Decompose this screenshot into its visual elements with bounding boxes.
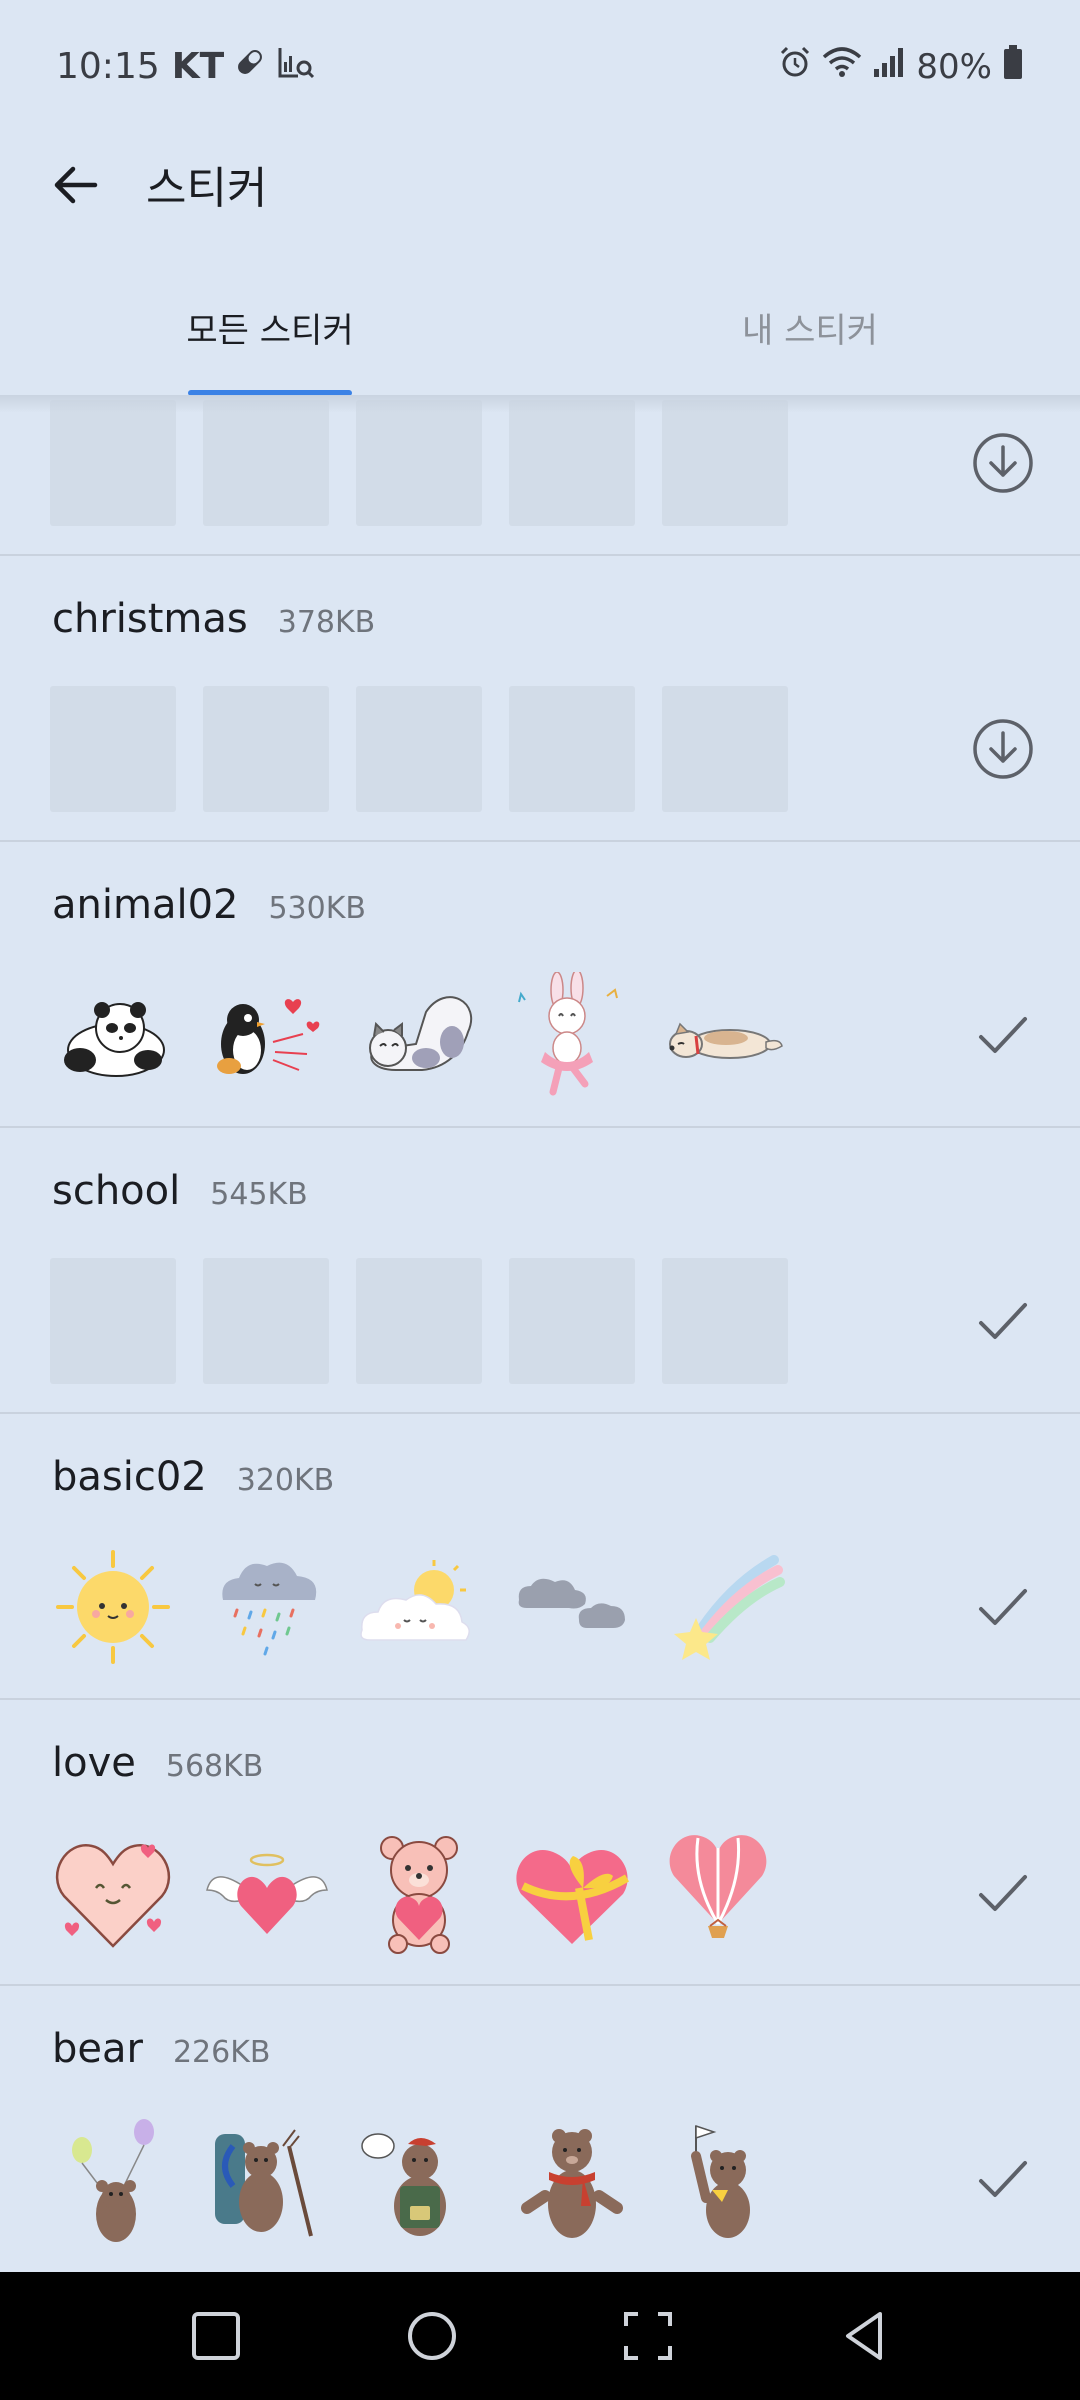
pack-size: 226KB <box>172 2035 271 2070</box>
alarm-icon <box>778 45 812 88</box>
circle-icon <box>408 2312 456 2360</box>
cat-stretch-sticker[interactable] <box>356 972 482 1098</box>
tab-label: 모든 스티커 <box>186 311 354 351</box>
pack-name: bear <box>52 2026 143 2072</box>
sticker-placeholder <box>50 1258 176 1384</box>
tab-bar-overlay: 모든 스티커 내 스티커 <box>0 265 1080 396</box>
sticker-placeholder <box>662 1258 788 1384</box>
downloaded-check <box>968 2144 1038 2214</box>
sticker-placeholder <box>356 400 482 526</box>
app-header-overlay: 스티커 <box>0 130 1080 250</box>
downloaded-check <box>968 1858 1038 1928</box>
sticker-placeholder <box>662 686 788 812</box>
sticker-placeholder <box>356 686 482 812</box>
pack-name: animal02 <box>52 882 239 928</box>
tab-all-stickers[interactable]: 모든 스티커 <box>0 265 540 395</box>
bunny-dance-sticker[interactable] <box>509 972 635 1098</box>
check-icon <box>979 1589 1027 1625</box>
pack-size: 378KB <box>277 605 376 640</box>
shooting-star-sticker[interactable] <box>662 1544 788 1670</box>
downloaded-check <box>968 1286 1038 1356</box>
sticker-placeholder <box>509 400 635 526</box>
check-icon <box>979 1875 1027 1911</box>
triangle-back-icon <box>846 2312 882 2360</box>
tab-my-stickers[interactable]: 내 스티커 <box>540 265 1080 395</box>
pack-name: school <box>52 1168 181 1214</box>
system-nav-bar <box>0 2272 1080 2400</box>
back-button[interactable] <box>824 2296 904 2376</box>
chart-search-icon <box>276 44 316 89</box>
screenshot-button[interactable] <box>608 2296 688 2376</box>
tabs-shadow <box>0 395 1080 413</box>
pack-name: basic02 <box>52 1454 207 1500</box>
sticker-pack-school: school 545KB <box>0 1128 1080 1414</box>
sticker-pack-love: love 568KB <box>0 1700 1080 1986</box>
pack-size: 545KB <box>210 1177 308 1212</box>
clock: 10:15 <box>56 46 160 87</box>
sticker-pack-bear: bear 226KB <box>0 1986 1080 2272</box>
heart-balloon-sticker[interactable] <box>662 1830 788 1956</box>
page-title: 스티커 <box>146 163 268 214</box>
sticker-placeholder <box>203 686 329 812</box>
bear-hiker-sticker[interactable] <box>203 2116 329 2242</box>
pack-size: 568KB <box>165 1749 264 1784</box>
back-button[interactable] <box>40 150 110 220</box>
sticker-pack-basic02: basic02 320KB <box>0 1414 1080 1700</box>
smiling-heart-sticker[interactable] <box>50 1830 176 1956</box>
panda-sticker[interactable] <box>50 972 176 1098</box>
rain-cloud-sticker[interactable] <box>203 1544 329 1670</box>
pack-name: christmas <box>52 596 248 642</box>
battery-percent: 80% <box>916 46 992 87</box>
bear-painter-sticker[interactable] <box>356 2116 482 2242</box>
recents-button[interactable] <box>176 2296 256 2376</box>
sticker-placeholder <box>203 400 329 526</box>
download-button[interactable] <box>968 428 1038 498</box>
home-button[interactable] <box>392 2296 472 2376</box>
dark-clouds-sticker[interactable] <box>509 1544 635 1670</box>
capture-frame-icon <box>624 2312 672 2360</box>
sticker-placeholder <box>203 1258 329 1384</box>
downloaded-check <box>968 1000 1038 1070</box>
download-icon <box>973 433 1033 493</box>
arrow-left-icon <box>54 166 98 204</box>
status-bar: 10:15 KT 80% <box>0 0 1080 130</box>
sticker-placeholder <box>50 686 176 812</box>
download-icon <box>973 719 1033 779</box>
pack-name: love <box>52 1740 136 1786</box>
sticker-placeholder <box>50 400 176 526</box>
check-icon <box>979 2161 1027 2197</box>
sticker-placeholder <box>509 1258 635 1384</box>
heart-gift-sticker[interactable] <box>509 1830 635 1956</box>
sticker-pack-animal02: animal02 530KB <box>0 842 1080 1128</box>
bear-heart-sticker[interactable] <box>356 1830 482 1956</box>
sticker-placeholder <box>356 1258 482 1384</box>
bear-scarf-sticker[interactable] <box>509 2116 635 2242</box>
square-icon <box>192 2312 240 2360</box>
carrier-label: KT <box>171 46 225 87</box>
download-button[interactable] <box>968 714 1038 784</box>
check-icon <box>979 1017 1027 1053</box>
check-icon <box>979 1303 1027 1339</box>
downloaded-check <box>968 1572 1038 1642</box>
penguin-hearts-sticker[interactable] <box>203 972 329 1098</box>
pack-size: 320KB <box>236 1463 335 1498</box>
sun-cloud-sticker[interactable] <box>356 1544 482 1670</box>
pill-icon <box>232 44 268 89</box>
bear-balloons-sticker[interactable] <box>50 2116 176 2242</box>
sticker-pack-christmas: christmas 378KB <box>0 556 1080 842</box>
battery-icon <box>1002 44 1024 89</box>
signal-icon <box>872 45 906 88</box>
wifi-icon <box>822 45 862 88</box>
pack-size: 530KB <box>268 891 366 926</box>
sticker-placeholder <box>662 400 788 526</box>
sun-sticker[interactable] <box>50 1544 176 1670</box>
bear-flag-sticker[interactable] <box>662 2116 788 2242</box>
winged-heart-sticker[interactable] <box>203 1830 329 1956</box>
dog-lying-sticker[interactable] <box>662 972 788 1098</box>
tab-label: 내 스티커 <box>742 311 878 351</box>
sticker-placeholder <box>509 686 635 812</box>
